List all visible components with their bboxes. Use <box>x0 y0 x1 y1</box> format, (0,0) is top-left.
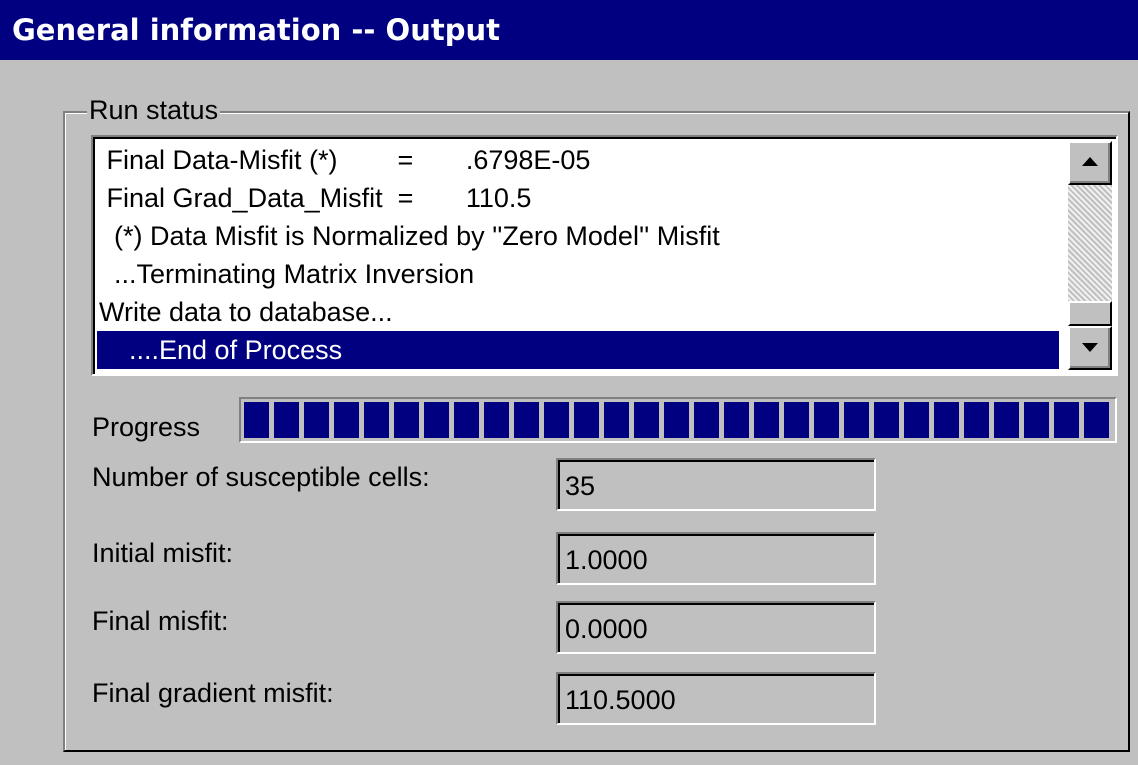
list-item[interactable]: ...Terminating Matrix Inversion <box>97 255 1059 293</box>
final-gradient-misfit-label: Final gradient misfit: <box>92 678 334 708</box>
progress-fill <box>244 402 1112 438</box>
arrow-down-icon <box>1082 343 1098 352</box>
run-status-label: Run status <box>87 94 221 126</box>
progress-label: Progress <box>92 412 201 442</box>
list-item[interactable]: (*) Data Misfit is Normalized by ''Zero … <box>97 217 1059 255</box>
final-gradient-misfit-field[interactable]: 110.5000 <box>556 672 876 725</box>
run-status-listbox[interactable]: Final Data-Misfit (*) = .6798E-05 Final … <box>91 135 1118 376</box>
list-item[interactable]: Final Data-Misfit (*) = .6798E-05 <box>97 141 1059 179</box>
susceptible-cells-field[interactable]: 35 <box>556 458 876 511</box>
run-status-lines: Final Data-Misfit (*) = .6798E-05 Final … <box>97 141 1059 370</box>
initial-misfit-label: Initial misfit: <box>92 538 234 568</box>
final-misfit-field[interactable]: 0.0000 <box>556 601 876 654</box>
arrow-up-icon <box>1082 157 1098 166</box>
susceptible-cells-label: Number of susceptible cells: <box>92 462 430 492</box>
list-item[interactable]: Write data to database... <box>97 293 1059 331</box>
initial-misfit-field[interactable]: 1.0000 <box>556 532 876 585</box>
scrollbar-thumb[interactable] <box>1068 301 1112 326</box>
list-item[interactable]: ....End of Process <box>97 331 1059 369</box>
final-misfit-label: Final misfit: <box>92 606 229 636</box>
vertical-scrollbar[interactable] <box>1068 141 1112 370</box>
list-item[interactable]: Final Grad_Data_Misfit = 110.5 <box>97 179 1059 217</box>
progress-bar <box>239 397 1117 443</box>
scroll-down-button[interactable] <box>1068 326 1112 370</box>
window-title: General information -- Output <box>0 0 1138 60</box>
scroll-up-button[interactable] <box>1068 141 1112 185</box>
